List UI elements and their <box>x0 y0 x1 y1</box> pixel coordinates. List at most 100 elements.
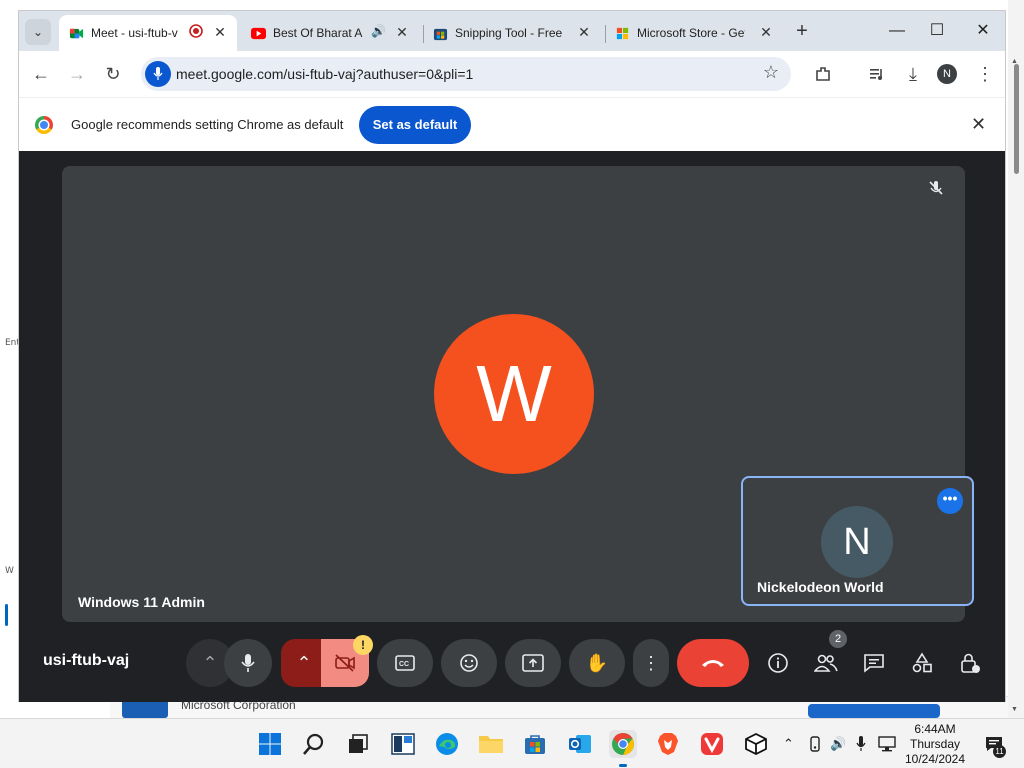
present-screen-icon <box>522 654 544 672</box>
package-app-button[interactable] <box>742 730 770 758</box>
tab-meet[interactable]: Meet - usi-ftub-v ✕ <box>59 15 237 51</box>
file-explorer-button[interactable] <box>477 730 505 758</box>
speaker-icon[interactable]: 🔊 <box>371 24 386 38</box>
raise-hand-button[interactable]: ✋ <box>569 639 625 687</box>
tab-microsoft-store[interactable]: Microsoft Store - Get ✕ <box>605 15 783 51</box>
chevron-up-icon[interactable]: ⌃ <box>783 736 794 752</box>
background-button[interactable] <box>808 704 940 718</box>
device-icon[interactable] <box>808 736 822 755</box>
search-button[interactable] <box>300 730 328 758</box>
present-button[interactable] <box>505 639 561 687</box>
media-controls-icon[interactable] <box>865 62 889 86</box>
outlook-button[interactable] <box>566 730 594 758</box>
widgets-icon <box>391 733 415 755</box>
meeting-details-icon[interactable] <box>765 650 791 676</box>
download-arrow-icon: ⤓ <box>909 64 917 84</box>
tab-youtube[interactable]: Best Of Bharat A 🔊 ✕ <box>241 15 419 51</box>
vivaldi-button[interactable] <box>698 730 726 758</box>
microphone-icon[interactable] <box>145 61 171 87</box>
maximize-button[interactable]: ☐ <box>917 19 957 43</box>
more-options-button[interactable]: ⋮ <box>633 639 669 687</box>
clock-day: Thursday <box>909 737 961 751</box>
close-tab-icon[interactable]: ✕ <box>211 23 229 41</box>
tab-search-button[interactable]: ⌄ <box>25 19 51 45</box>
close-tab-icon[interactable]: ✕ <box>393 23 411 41</box>
close-tab-icon[interactable]: ✕ <box>575 23 593 41</box>
network-icon[interactable] <box>878 736 896 755</box>
back-button[interactable]: ← <box>29 62 53 86</box>
tab-strip: ⌄ Meet - usi-ftub-v ✕ Best Of Bharat A 🔊… <box>19 11 1005 51</box>
default-browser-infobar: Google recommends setting Chrome as defa… <box>19 97 1005 151</box>
tab-title: Meet - usi-ftub-v <box>91 26 178 40</box>
tab-snipping-tool[interactable]: Snipping Tool - Free ✕ <box>423 15 601 51</box>
chrome-window: ⌄ Meet - usi-ftub-v ✕ Best Of Bharat A 🔊… <box>18 10 1006 702</box>
closed-captions-icon: CC <box>395 655 415 671</box>
people-icon[interactable] <box>813 650 839 676</box>
url-text[interactable]: meet.google.com/usi-ftub-vaj?authuser=0&… <box>176 66 473 82</box>
microphone-button[interactable] <box>224 639 272 687</box>
notification-count-badge: 11 <box>993 745 1006 758</box>
scrollbar-thumb[interactable] <box>1014 64 1019 174</box>
brave-button[interactable] <box>654 730 682 758</box>
new-tab-button[interactable]: + <box>790 19 814 43</box>
leave-call-button[interactable] <box>677 639 749 687</box>
participants-count-badge: 2 <box>829 630 847 648</box>
recording-icon <box>189 24 203 41</box>
profile-avatar[interactable]: N <box>937 64 957 84</box>
chevron-up-icon: ⌃ <box>202 653 218 673</box>
more-vertical-icon: ⋮ <box>642 653 660 673</box>
task-view-button[interactable] <box>344 730 372 758</box>
captions-button[interactable]: CC <box>377 639 433 687</box>
activities-icon[interactable] <box>909 650 935 676</box>
minimize-button[interactable]: — <box>877 19 917 43</box>
set-as-default-button[interactable]: Set as default <box>359 106 471 144</box>
task-view-icon <box>349 734 368 753</box>
microsoft-store-button[interactable] <box>521 730 549 758</box>
tab-title: Best Of Bharat A <box>273 26 363 40</box>
reactions-button[interactable] <box>441 639 497 687</box>
forward-button[interactable]: → <box>65 62 89 86</box>
search-icon <box>303 733 324 755</box>
volume-icon[interactable]: 🔊 <box>830 736 846 752</box>
extensions-icon[interactable] <box>811 62 835 86</box>
more-options-icon[interactable]: ••• <box>937 488 963 514</box>
start-button[interactable] <box>256 730 284 758</box>
close-tab-icon[interactable]: ✕ <box>757 23 775 41</box>
taskbar: ⌃ 🔊 6:44AM Thursday 10/24/2024 11 <box>0 718 1024 768</box>
clock-time: 6:44AM <box>914 722 956 736</box>
vivaldi-icon <box>701 733 723 755</box>
microsoft-store-icon <box>433 28 448 41</box>
system-clock[interactable]: 6:44AM Thursday 10/24/2024 <box>904 722 966 767</box>
reload-button[interactable]: ↻ <box>101 62 125 86</box>
warning-badge: ! <box>353 635 373 655</box>
chevron-up-icon: ⌃ <box>296 653 312 673</box>
meet-content: W Windows 11 Admin N ••• Nickelodeon Wor… <box>19 151 1005 702</box>
infobar-message: Google recommends setting Chrome as defa… <box>71 117 344 132</box>
microphone-icon <box>241 654 255 672</box>
chrome-button[interactable] <box>609 730 637 767</box>
downloads-icon[interactable]: ⤓ <box>901 62 925 86</box>
scroll-down-arrow-icon[interactable]: ▼ <box>1011 706 1018 713</box>
background-indicator <box>5 604 8 626</box>
microsoft-store-icon <box>616 27 629 40</box>
tab-title: Snipping Tool - Free <box>455 26 563 40</box>
menu-kebab-icon[interactable]: ⋮ <box>973 62 997 86</box>
edge-button[interactable] <box>433 730 461 758</box>
desktop-left-strip <box>0 0 18 718</box>
google-meet-icon <box>69 28 84 39</box>
self-video-tile[interactable]: N ••• Nickelodeon World <box>741 476 974 606</box>
browser-toolbar: ← → ↻ meet.google.com/usi-ftub-vaj?authu… <box>19 51 1005 97</box>
chrome-icon <box>612 733 634 755</box>
close-infobar-icon[interactable]: ✕ <box>971 114 986 135</box>
chat-icon[interactable] <box>861 650 887 676</box>
participant-avatar: N <box>821 506 893 578</box>
box-icon <box>745 732 767 756</box>
address-bar[interactable]: meet.google.com/usi-ftub-vaj?authuser=0&… <box>141 57 791 91</box>
widgets-button[interactable] <box>389 730 417 758</box>
bookmark-star-icon[interactable]: ☆ <box>763 62 779 83</box>
microphone-icon[interactable] <box>856 736 866 755</box>
clock-date: 10/24/2024 <box>904 752 966 766</box>
host-controls-icon[interactable] <box>957 650 983 676</box>
close-window-button[interactable]: ✕ <box>963 19 1003 43</box>
store-bag-icon <box>525 735 545 754</box>
